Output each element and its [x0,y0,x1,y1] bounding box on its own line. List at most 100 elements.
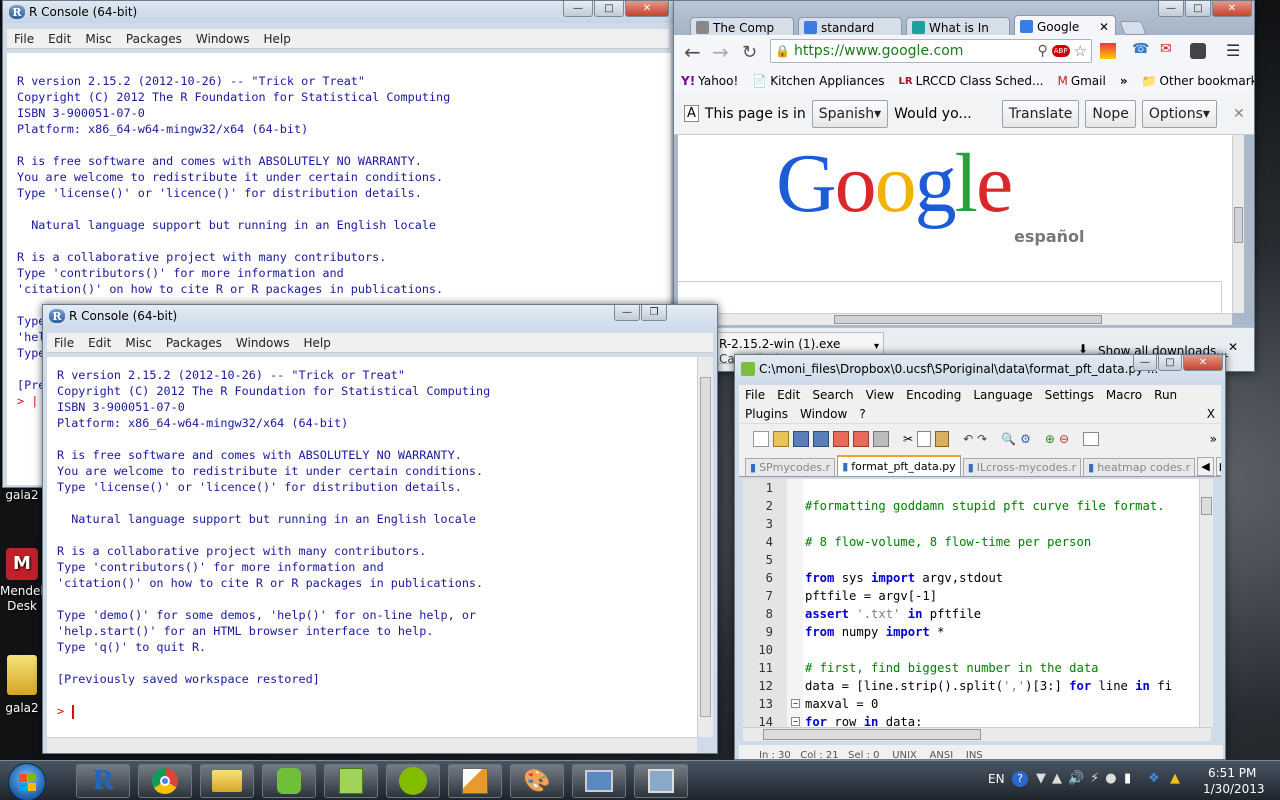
menu-run[interactable]: Run [1148,388,1183,402]
r-console-front-window[interactable]: R R Console (64-bit) — ❐ File Edit Misc … [42,304,718,754]
tab-scroll-left-icon[interactable]: ◀ [1197,457,1214,476]
vertical-scrollbar[interactable] [1232,135,1244,313]
menu-settings[interactable]: Settings [1039,388,1100,402]
fold-marker-icon[interactable]: − [791,717,800,726]
tab-format-pft-data[interactable]: ▮ format_pft_data.py [837,455,961,476]
menu-windows[interactable]: Windows [229,336,297,350]
minimize-button[interactable]: — [614,305,640,321]
horizontal-scrollbar[interactable] [47,737,697,753]
tab-the-comp[interactable]: The Comp [690,17,794,37]
save-all-icon[interactable] [813,430,829,447]
scroll-thumb[interactable] [1234,207,1243,243]
taskbar-paint-icon[interactable]: 🎨 [510,764,564,798]
more-bookmarks-chevron[interactable]: » [1113,74,1135,88]
adblock-icon[interactable]: ABP [1051,45,1070,57]
taskbar-evernote-icon[interactable] [262,764,316,798]
save-icon[interactable] [793,430,809,447]
options-button[interactable]: Options ▾ [1141,99,1217,128]
maximize-button[interactable]: □ [594,1,624,17]
paste-icon[interactable] [935,430,950,447]
taskbar-explorer-icon[interactable] [200,764,254,798]
menu-misc[interactable]: Misc [118,336,159,350]
menu-edit[interactable]: Edit [81,336,118,350]
nope-button[interactable]: Nope [1085,99,1136,128]
new-tab-button[interactable] [1119,21,1147,35]
bookmark-gmail[interactable]: M Gmail [1050,74,1112,88]
menu-help[interactable]: ? [853,407,871,421]
clock-date[interactable]: 1/30/2013 [1203,782,1265,796]
scroll-thumb[interactable] [700,377,711,717]
zoom-out-icon[interactable]: ⊖ [1059,432,1069,446]
chrome-window[interactable]: The Comp standard What is In Google ✕ — … [673,0,1255,372]
close-all-icon[interactable] [853,430,869,447]
console-output[interactable]: R version 2.15.2 (2012-10-26) -- "Trick … [47,357,697,737]
scroll-thumb[interactable] [763,729,981,740]
scroll-thumb[interactable] [1201,497,1212,515]
print-icon[interactable] [873,430,889,447]
menu-misc[interactable]: Misc [78,32,119,46]
title-bar[interactable]: R R Console (64-bit) — ❐ [43,305,717,327]
taskbar-notepadpp-icon[interactable] [324,764,378,798]
new-file-icon[interactable] [753,430,769,447]
taskbar-spotify-icon[interactable] [386,764,440,798]
search-icon[interactable]: ⚲ [1037,43,1047,59]
forward-icon[interactable]: → [712,40,729,64]
menu-file[interactable]: File [7,32,41,46]
minimize-button[interactable]: — [1158,1,1184,17]
back-icon[interactable]: ← [684,40,701,64]
language-select[interactable]: Spanish ▾ [811,99,889,128]
infobar-close-icon[interactable]: ✕ [1233,106,1245,122]
bookmark-lrccd[interactable]: LR LRCCD Class Sched... [891,74,1050,88]
menu-macro[interactable]: Macro [1100,388,1148,402]
star-icon[interactable]: ☆ [1074,42,1087,60]
other-bookmarks[interactable]: 📁 Other bookmarks [1135,74,1254,88]
fold-marker-icon[interactable]: − [791,699,800,708]
code-editor[interactable]: 1 2 3 4 5 6 7 8 9 10 11 12 13 14 − − #formatting godd… [743,479,1211,727]
close-file-icon[interactable] [833,430,849,447]
chevron-down-icon[interactable]: ▾ [874,341,879,352]
shelf-close-icon[interactable]: ✕ [1228,340,1238,354]
menu-language[interactable]: Language [967,388,1038,402]
title-bar[interactable]: R R Console (64-bit) — □ ✕ [3,1,673,23]
taskbar-network-icon[interactable] [572,764,626,798]
vertical-scrollbar[interactable] [1199,479,1213,727]
tray-icons[interactable]: ▼▲🔊⚡● [1036,771,1123,786]
tab-spmycodes[interactable]: ▮ SPmycodes.r [745,458,836,476]
help-icon[interactable]: ? [1012,771,1028,787]
vertical-scrollbar[interactable] [697,357,713,737]
horizontal-scrollbar[interactable] [743,727,1211,741]
taskbar-texteditor-icon[interactable] [448,764,502,798]
close-button[interactable]: ✕ [625,1,669,17]
menu-file[interactable]: File [739,388,771,402]
open-file-icon[interactable] [773,430,789,447]
tab-google[interactable]: Google ✕ [1014,15,1116,37]
menu-help[interactable]: Help [296,336,337,350]
menu-window[interactable]: Window [794,407,853,421]
drive-icon[interactable]: ▲ [1170,771,1180,786]
start-button[interactable] [8,763,46,800]
replace-icon[interactable]: ⚙ [1020,432,1031,446]
translate-button[interactable]: Translate [1001,99,1080,128]
menu-encoding[interactable]: Encoding [900,388,967,402]
phone-icon[interactable]: ☎ [1132,41,1149,57]
taskbar-chrome-icon[interactable] [138,764,192,798]
language-indicator[interactable]: EN [988,772,1005,786]
minimize-button[interactable]: — [563,1,593,17]
title-bar[interactable]: C:\moni_files\Dropbox\0.ucsf\SPoriginal\… [735,355,1225,383]
menu-edit[interactable]: Edit [771,388,806,402]
reload-icon[interactable]: ↻ [742,42,757,63]
network-icon[interactable]: ▮ [1124,771,1131,786]
notepadpp-window[interactable]: C:\moni_files\Dropbox\0.ucsf\SPoriginal\… [734,354,1226,760]
minimize-button[interactable]: — [1133,355,1157,371]
menu-plugins[interactable]: Plugins [739,407,794,421]
undo-icon[interactable]: ↶ [963,432,973,446]
copy-icon[interactable] [917,430,932,447]
tab-close-icon[interactable]: ✕ [1099,20,1109,34]
tab-what-is-in[interactable]: What is In [906,17,1010,37]
tab-standard[interactable]: standard [798,17,902,37]
horizontal-scrollbar[interactable] [678,313,1232,325]
document-close-button[interactable]: X [1201,407,1221,421]
desktop-icon-mendeley[interactable]: M Mendeley Desk [0,548,58,614]
tab-ilcross-mycodes[interactable]: ▮ ILcross-mycodes.r [962,458,1082,476]
cut-icon[interactable]: ✂ [903,432,913,446]
